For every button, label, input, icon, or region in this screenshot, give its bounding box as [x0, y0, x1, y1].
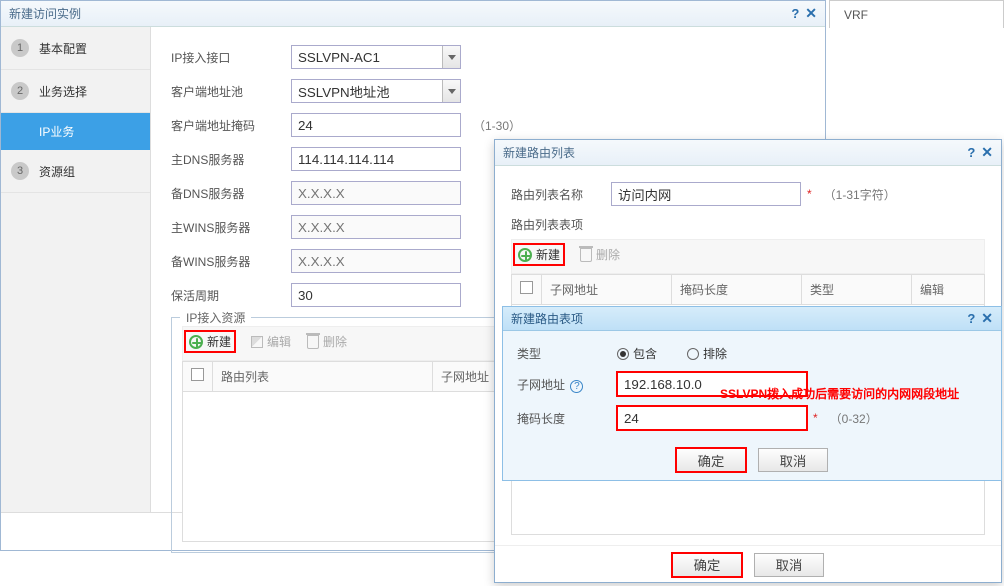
radio-exclude[interactable]: 排除 [687, 345, 727, 362]
checkbox-icon[interactable] [520, 281, 533, 294]
mask-input[interactable] [617, 406, 807, 430]
client-mask-label: 客户端地址掩码 [171, 117, 291, 134]
type-label: 类型 [517, 345, 617, 362]
ip-interface-label: IP接入接口 [171, 49, 291, 66]
client-pool-select[interactable] [291, 79, 461, 103]
edit-button: 编辑 [251, 333, 291, 350]
client-mask-input[interactable] [291, 113, 461, 137]
chevron-down-icon[interactable] [442, 46, 460, 68]
ip-interface-input[interactable] [291, 45, 461, 69]
step-label: 资源组 [39, 163, 75, 180]
route-delete-button: 删除 [580, 246, 620, 263]
step-number: 3 [11, 162, 29, 180]
col-type: 类型 [802, 275, 912, 304]
inner-ok-button[interactable]: 确定 [676, 448, 746, 472]
required-star: * [813, 411, 818, 425]
question-icon[interactable]: ? [570, 380, 583, 393]
radio-include-label: 包含 [633, 345, 657, 362]
route-toolbar: 新建 删除 [511, 239, 985, 274]
checkbox-icon[interactable] [191, 368, 204, 381]
step-label: 业务选择 [39, 83, 87, 100]
main-dns-input[interactable] [291, 147, 461, 171]
vrf-tab[interactable]: VRF [829, 0, 1004, 28]
delete-label: 删除 [323, 333, 347, 350]
help-icon[interactable]: ? [791, 6, 799, 21]
client-mask-hint: （1-30） [473, 117, 521, 134]
radio-exclude-label: 排除 [703, 345, 727, 362]
select-all-cell[interactable] [183, 362, 213, 391]
keepalive-input[interactable] [291, 283, 461, 307]
fieldset-legend: IP接入资源 [180, 309, 251, 326]
client-pool-label: 客户端地址池 [171, 83, 291, 100]
route-name-label: 路由列表名称 [511, 186, 611, 203]
plus-icon [518, 248, 532, 262]
route-dialog-title: 新建路由列表 [503, 144, 575, 161]
route-dialog-titlebar: 新建路由列表 ? ✕ [495, 140, 1001, 166]
keepalive-label: 保活周期 [171, 287, 291, 304]
close-icon[interactable]: ✕ [805, 5, 817, 22]
select-all-cell[interactable] [512, 275, 542, 304]
inner-footer: 确定 取消 [517, 440, 987, 480]
mask-label: 掩码长度 [517, 410, 617, 427]
ip-interface-select[interactable] [291, 45, 461, 69]
client-pool-input[interactable] [291, 79, 461, 103]
subnet-label: 子网地址 ? [517, 376, 617, 393]
wizard-sidebar: 1 基本配置 2 业务选择 IP业务 3 资源组 [1, 27, 151, 512]
step-label: 基本配置 [39, 40, 87, 57]
vrf-tab-label: VRF [844, 8, 868, 22]
substep-label: IP业务 [39, 125, 74, 139]
step-service-select[interactable]: 2 业务选择 [1, 70, 150, 113]
trash-icon [580, 248, 592, 262]
step-number: 1 [11, 39, 29, 57]
route-table-header: 子网地址 掩码长度 类型 编辑 [511, 274, 985, 305]
close-icon[interactable]: ✕ [981, 310, 993, 327]
main-dns-label: 主DNS服务器 [171, 151, 291, 168]
col-route-list: 路由列表 [213, 362, 433, 391]
mask-hint: （0-32） [830, 410, 878, 427]
step-number: 2 [11, 82, 29, 100]
required-star: * [807, 187, 812, 201]
radio-include[interactable]: 包含 [617, 345, 657, 362]
route-ok-button[interactable]: 确定 [672, 553, 742, 577]
route-new-label: 新建 [536, 246, 560, 263]
help-icon[interactable]: ? [967, 311, 975, 326]
chevron-down-icon[interactable] [442, 80, 460, 102]
backup-wins-input[interactable] [291, 249, 461, 273]
route-footer: 确定 取消 [495, 545, 1001, 583]
step-resource-group[interactable]: 3 资源组 [1, 150, 150, 193]
pencil-icon [251, 336, 263, 348]
route-new-button[interactable]: 新建 [514, 244, 564, 265]
main-dialog-title: 新建访问实例 [9, 5, 81, 22]
inner-titlebar: 新建路由表项 ? ✕ [503, 307, 1001, 331]
route-delete-label: 删除 [596, 246, 620, 263]
step-basic-config[interactable]: 1 基本配置 [1, 27, 150, 70]
new-button[interactable]: 新建 [185, 331, 235, 352]
edit-label: 编辑 [267, 333, 291, 350]
col-subnet: 子网地址 [542, 275, 672, 304]
main-wins-input[interactable] [291, 215, 461, 239]
delete-button: 删除 [307, 333, 347, 350]
route-name-hint: （1-31字符） [824, 186, 896, 203]
inner-title: 新建路由表项 [511, 310, 583, 327]
main-wins-label: 主WINS服务器 [171, 219, 291, 236]
col-masklen: 掩码长度 [672, 275, 802, 304]
radio-icon [617, 348, 629, 360]
annotation-text: SSLVPN拨入成功后需要访问的内网网段地址 [720, 385, 959, 402]
radio-icon [687, 348, 699, 360]
substep-ip-service[interactable]: IP业务 [1, 113, 150, 150]
help-icon[interactable]: ? [967, 145, 975, 160]
close-icon[interactable]: ✕ [981, 144, 993, 161]
col-edit: 编辑 [912, 275, 984, 304]
backup-dns-label: 备DNS服务器 [171, 185, 291, 202]
main-dialog-titlebar: 新建访问实例 ? ✕ [1, 1, 825, 27]
inner-cancel-button[interactable]: 取消 [758, 448, 828, 472]
route-items-label: 路由列表表项 [511, 216, 985, 233]
backup-wins-label: 备WINS服务器 [171, 253, 291, 270]
route-name-input[interactable] [611, 182, 801, 206]
plus-icon [189, 335, 203, 349]
route-cancel-button[interactable]: 取消 [754, 553, 824, 577]
backup-dns-input[interactable] [291, 181, 461, 205]
new-label: 新建 [207, 333, 231, 350]
trash-icon [307, 335, 319, 349]
